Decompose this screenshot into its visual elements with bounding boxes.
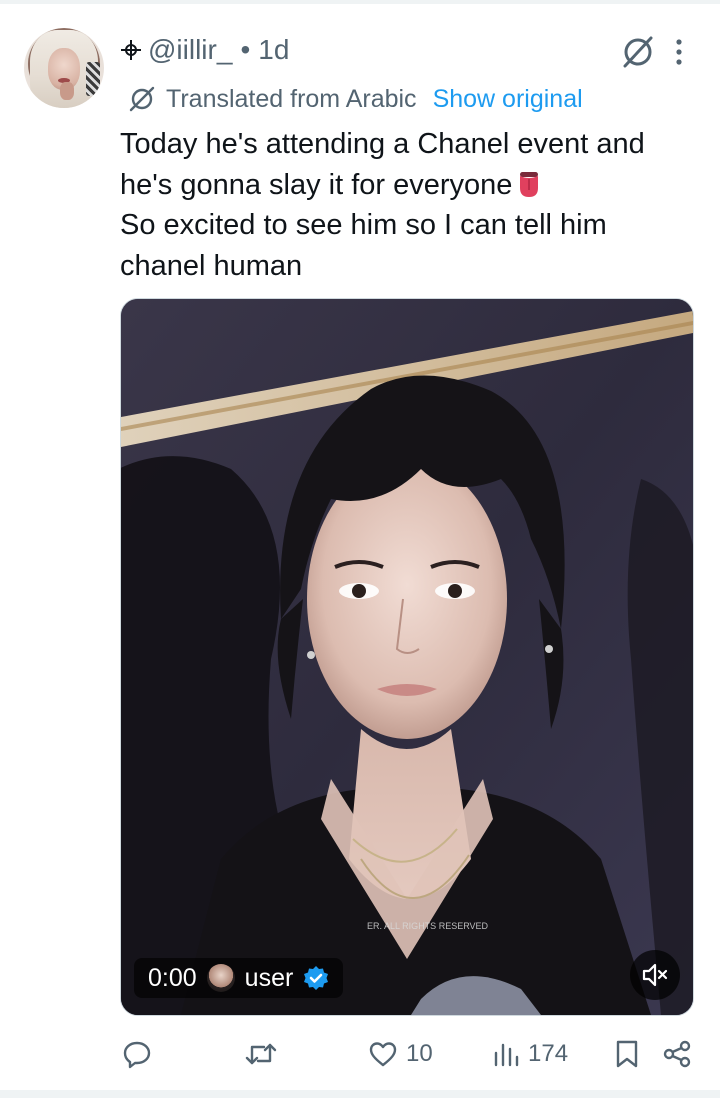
video-timestamp: 0:00 — [148, 963, 197, 992]
tweet-text-line-2: he's gonna slay it for everyone — [120, 165, 700, 206]
tweet-text-line-1: Today he's attending a Chanel event and — [120, 128, 645, 160]
view-count: 174 — [528, 1040, 569, 1067]
user-handle[interactable]: @iillir_ — [148, 34, 232, 66]
header-separator: • — [240, 34, 251, 65]
reply-icon — [123, 1041, 151, 1069]
video-info-pill: 0:00 user — [134, 958, 344, 998]
share-button[interactable] — [662, 1032, 692, 1076]
bookmark-icon — [616, 1040, 638, 1068]
tweet-actions: 10 174 — [120, 1032, 700, 1076]
views-button[interactable]: 174 — [492, 1032, 568, 1076]
grok-icon[interactable] — [620, 34, 656, 70]
views-chart-icon — [494, 1043, 519, 1067]
bottom-divider — [0, 1090, 720, 1098]
tongue-emoji-icon — [520, 171, 539, 197]
tweet-text-line-4: chanel human — [120, 249, 303, 282]
tweet-time[interactable]: 1d — [258, 34, 289, 66]
tweet-header: @iillir_ • 1d — [120, 30, 289, 70]
retweet-icon — [245, 1043, 277, 1065]
avatar-hand — [60, 82, 74, 100]
tweet-text-line-2-content: he's gonna slay it for everyone — [120, 168, 513, 201]
video-watermark: ER. ALL RIGHTS RESERVED — [367, 921, 489, 931]
uploader-avatar — [206, 964, 235, 992]
avatar-phone — [86, 62, 100, 96]
volume-muted-icon — [642, 963, 668, 987]
reply-button[interactable] — [122, 1032, 160, 1076]
top-divider — [0, 0, 720, 4]
translated-label: Translated from Arabic — [166, 84, 417, 113]
bookmark-button[interactable] — [614, 1032, 640, 1076]
like-count: 10 — [406, 1040, 433, 1067]
more-vertical-icon[interactable] — [670, 34, 688, 70]
heart-icon — [369, 1042, 397, 1067]
like-button[interactable]: 10 — [368, 1032, 433, 1076]
show-original-link[interactable]: Show original — [433, 85, 583, 114]
share-icon — [663, 1040, 691, 1068]
translate-icon — [129, 86, 155, 112]
mute-button[interactable] — [630, 950, 680, 1000]
retweet-button[interactable] — [244, 1032, 286, 1076]
crosshair-icon — [121, 40, 141, 60]
verified-badge-icon — [304, 966, 329, 990]
tweet-text-line-3: So excited to see him so I can tell him — [120, 209, 607, 241]
avatar[interactable] — [24, 28, 104, 108]
tweet-text: Today he's attending a Chanel event and h… — [120, 124, 700, 286]
video-frame: ER. ALL RIGHTS RESERVED — [121, 299, 693, 1015]
video-player[interactable]: ER. ALL RIGHTS RESERVED — [120, 298, 694, 1016]
translation-row: Translated from Arabic Show original — [128, 80, 583, 118]
face — [307, 459, 507, 739]
uploader-name: user — [244, 963, 294, 992]
